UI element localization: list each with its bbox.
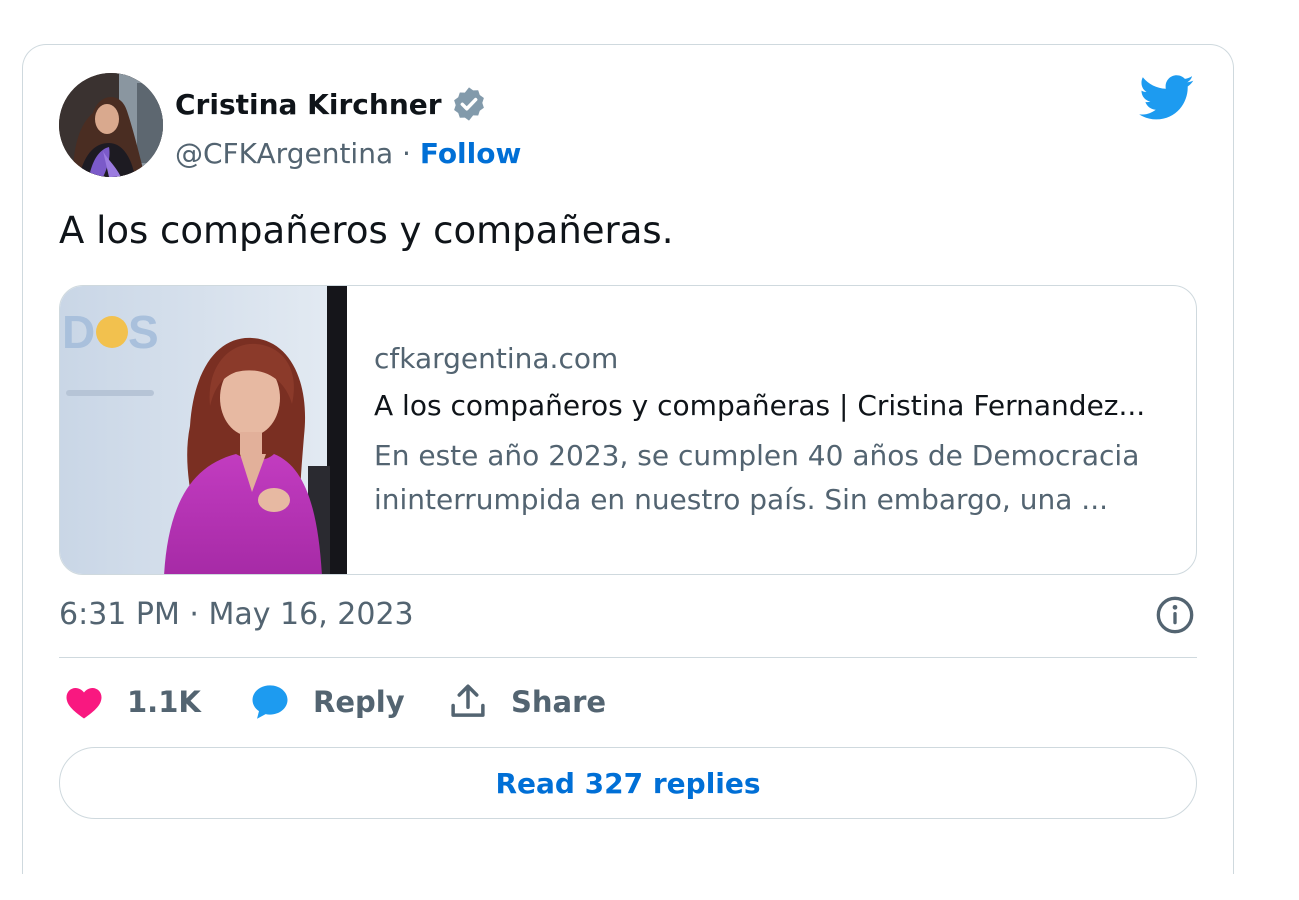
link-preview-card[interactable]: D S cfkargentina.com A los compañeros y … [59,285,1197,575]
avatar-photo [59,73,163,177]
author-name[interactable]: Cristina Kirchner [175,85,488,123]
share-label: Share [511,685,607,719]
like-button[interactable]: 1.1K [63,681,201,723]
speech-bubble-icon [252,685,288,719]
author-handle[interactable]: @CFKArgentina [175,137,393,170]
svg-text:S: S [128,306,159,358]
link-description: En este año 2023, se cumplen 40 años de … [374,439,1140,516]
author-name-text: Cristina Kirchner [175,87,442,121]
follow-button[interactable]: Follow [420,137,522,170]
link-preview-image: D S [60,286,347,574]
avatar[interactable] [59,73,163,177]
reply-button[interactable]: Reply [249,681,405,723]
read-replies-button[interactable]: Read 327 replies [59,747,1197,819]
svg-text:D: D [62,306,95,358]
twitter-bird-icon[interactable] [1139,75,1195,121]
info-icon[interactable] [1155,595,1195,635]
link-title: A los compañeros y compañeras | Cristina… [374,389,1146,422]
heart-icon [66,688,102,719]
link-preview-meta: cfkargentina.com A los compañeros y comp… [374,342,1172,522]
link-domain: cfkargentina.com [374,342,619,375]
like-count: 1.1K [127,685,201,719]
read-replies-label: Read 327 replies [495,766,761,800]
author-handle-row: @CFKArgentina · Follow [175,137,521,170]
tweet-card: Cristina Kirchner @CFKArgentina · Follow… [22,44,1234,874]
tweet-timestamp[interactable]: 6:31 PM · May 16, 2023 [59,597,414,632]
divider [59,657,1197,658]
share-button[interactable]: Share [447,681,606,723]
tweet-text: A los compañeros y compañeras. [59,209,674,252]
verified-badge-icon [453,87,484,121]
separator-dot: · [402,137,411,170]
share-upload-icon [451,684,485,717]
reply-label: Reply [313,685,405,719]
